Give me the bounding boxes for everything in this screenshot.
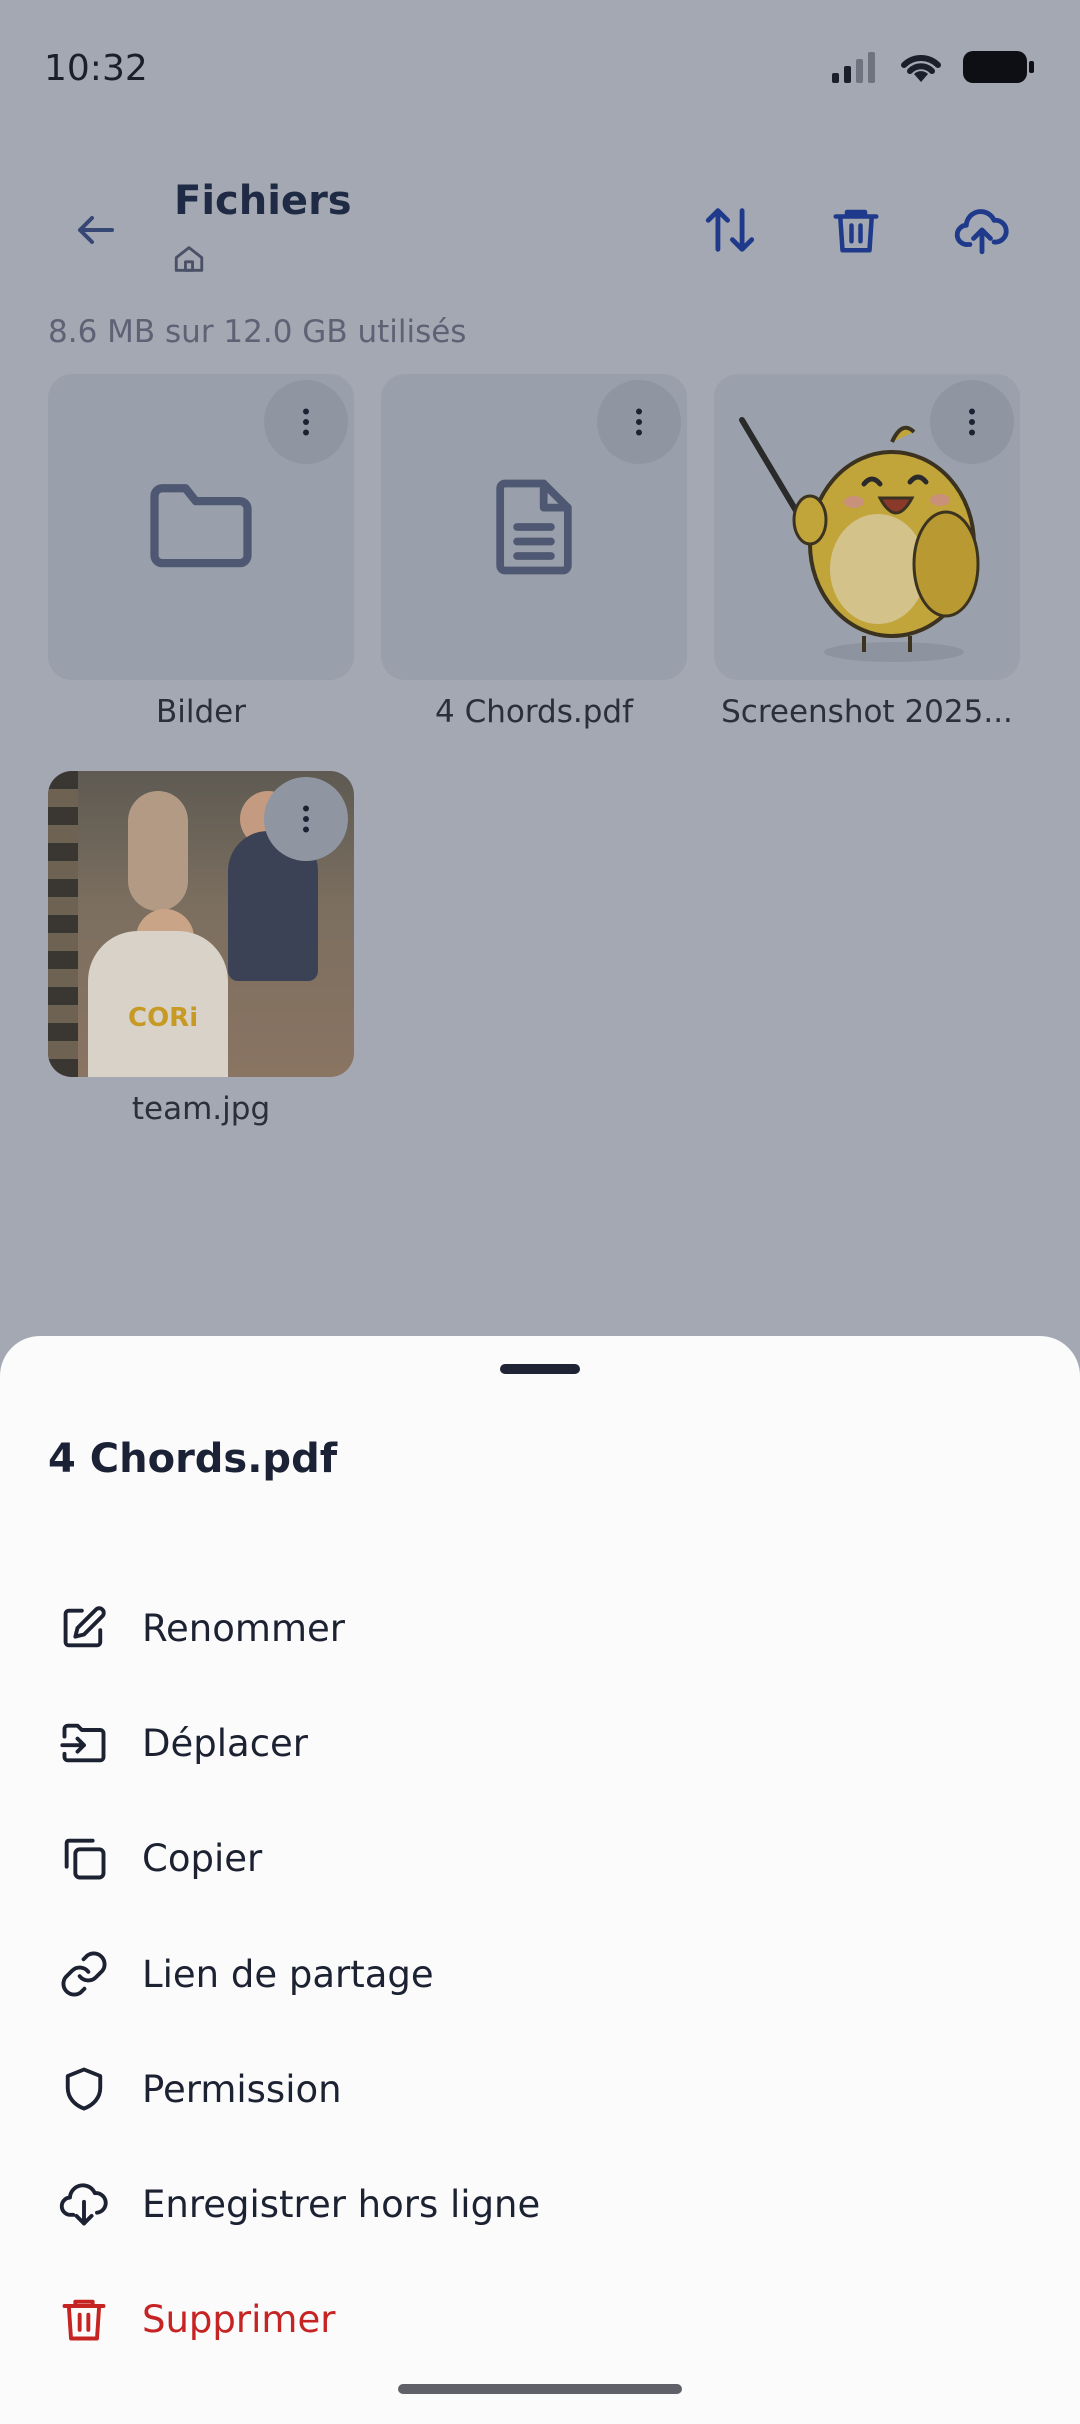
menu-item-share-link[interactable]: Lien de partage: [0, 1924, 1080, 2024]
more-vertical-icon: [303, 805, 309, 833]
file-tile-folder[interactable]: [48, 374, 354, 680]
trash-icon: [56, 2291, 112, 2347]
delete-button[interactable]: [818, 192, 894, 268]
cloud-download-icon: [56, 2176, 112, 2232]
upload-button[interactable]: [944, 192, 1020, 268]
tile-menu-button[interactable]: [597, 380, 681, 464]
tile-menu-button[interactable]: [264, 777, 348, 861]
status-icons: [830, 50, 1036, 84]
trash-icon: [833, 209, 879, 253]
wifi-icon: [901, 54, 941, 82]
sort-button[interactable]: [692, 192, 768, 268]
sheet-title: 4 Chords.pdf: [48, 1436, 338, 1482]
app-header: Fichiers: [0, 170, 1080, 290]
menu-label: Renommer: [142, 1606, 345, 1650]
file-name: 4 Chords.pdf: [435, 694, 633, 730]
folder-icon: [150, 484, 252, 568]
menu-label: Supprimer: [142, 2297, 336, 2341]
menu-item-rename[interactable]: Renommer: [0, 1578, 1080, 1678]
move-icon: [56, 1715, 112, 1771]
arrow-left-icon: [78, 216, 114, 244]
menu-label: Copier: [142, 1836, 263, 1880]
shield-icon: [56, 2061, 112, 2117]
menu-label: Permission: [142, 2067, 342, 2111]
back-button[interactable]: [60, 194, 132, 266]
menu-item-delete[interactable]: Supprimer: [0, 2269, 1080, 2369]
menu-label: Enregistrer hors ligne: [142, 2182, 541, 2226]
photo-detail: [128, 791, 188, 911]
file-tile-image[interactable]: CORi: [48, 771, 354, 1077]
cloud-upload-icon: [954, 209, 1009, 255]
home-icon[interactable]: [172, 242, 206, 276]
file-name: Bilder: [156, 694, 246, 730]
document-icon: [496, 479, 572, 575]
status-time: 10:32: [44, 48, 148, 89]
edit-icon: [56, 1600, 112, 1656]
more-vertical-icon: [969, 408, 975, 436]
sort-icon: [705, 208, 755, 252]
shirt-text: CORi: [128, 1003, 199, 1033]
page-title: Fichiers: [174, 178, 352, 224]
more-vertical-icon: [636, 408, 642, 436]
more-vertical-icon: [303, 408, 309, 436]
menu-item-move[interactable]: Déplacer: [0, 1693, 1080, 1793]
menu-item-save-offline[interactable]: Enregistrer hors ligne: [0, 2154, 1080, 2254]
photo-detail: [48, 771, 78, 1077]
link-icon: [56, 1946, 112, 2002]
menu-label: Lien de partage: [142, 1952, 434, 1996]
bottom-sheet: 4 Chords.pdf Renommer Déplacer Copier Li…: [0, 1336, 1080, 2424]
file-tile-image[interactable]: [714, 374, 1020, 680]
battery-icon: [963, 51, 1034, 83]
status-bar: 10:32: [0, 0, 1080, 140]
file-name: team.jpg: [131, 1091, 271, 1127]
copy-icon: [56, 1830, 112, 1886]
file-name: Screenshot 2025...: [721, 694, 1013, 730]
menu-item-permission[interactable]: Permission: [0, 2039, 1080, 2139]
sheet-drag-handle[interactable]: [500, 1364, 580, 1374]
menu-label: Déplacer: [142, 1721, 309, 1765]
menu-item-copy[interactable]: Copier: [0, 1808, 1080, 1908]
file-tile-document[interactable]: [381, 374, 687, 680]
tile-menu-button[interactable]: [930, 380, 1014, 464]
tile-menu-button[interactable]: [264, 380, 348, 464]
home-indicator[interactable]: [398, 2384, 682, 2394]
signal-icon: [832, 52, 875, 83]
storage-usage: 8.6 MB sur 12.0 GB utilisés: [48, 314, 467, 350]
